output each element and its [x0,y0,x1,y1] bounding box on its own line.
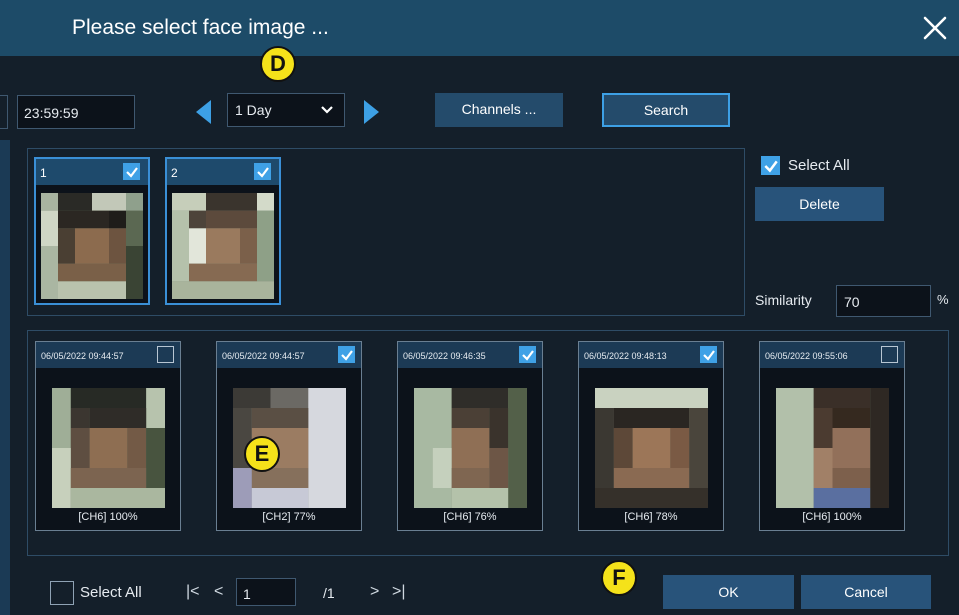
result-caption: [CH6] 78% [624,511,678,523]
first-page-icon[interactable]: |< [186,583,200,601]
end-time-field[interactable]: 23:59:59 [17,95,135,129]
face-thumbnail [172,193,274,299]
selected-face-header: 1 [36,159,148,185]
delete-button[interactable]: Delete [755,187,884,221]
result-timestamp: 06/05/2022 09:55:06 [765,351,848,361]
face-thumbnail [41,193,143,299]
face-thumbnail [52,388,165,508]
percent-sign: % [937,292,949,307]
result-card-2[interactable]: 06/05/2022 09:44:57 [CH2] 77% [216,341,362,531]
close-icon[interactable] [921,14,949,42]
similarity-label: Similarity [755,292,812,308]
channels-button[interactable]: Channels ... [435,93,563,127]
page-total: /1 [323,585,335,601]
result-checkbox[interactable] [700,346,717,363]
result-caption: [CH6] 100% [802,511,862,523]
result-card-header: 06/05/2022 09:44:57 [36,342,180,368]
search-button[interactable]: Search [602,93,730,127]
result-checkbox[interactable] [519,346,536,363]
selected-face-checkbox[interactable] [123,163,140,180]
result-card-header: 06/05/2022 09:44:57 [217,342,361,368]
result-timestamp: 06/05/2022 09:44:57 [222,351,305,361]
selected-face-card-2[interactable]: 2 [165,157,281,305]
dialog-titlebar: Please select face image ... [0,0,959,56]
select-all-selected-label: Select All [788,157,850,174]
face-thumbnail [414,388,527,508]
select-all-selected-checkbox[interactable] [761,156,780,175]
start-time-field-edge[interactable] [0,95,8,129]
result-card-4[interactable]: 06/05/2022 09:48:13 [CH6] 78% [578,341,724,531]
result-timestamp: 06/05/2022 09:44:57 [41,351,124,361]
previous-page-icon[interactable]: < [214,583,223,601]
result-card-header: 06/05/2022 09:46:35 [398,342,542,368]
chevron-down-icon [321,106,333,114]
result-checkbox[interactable] [881,346,898,363]
select-all-results-label: Select All [80,584,142,601]
period-select-value: 1 Day [235,102,272,118]
selected-face-card-1[interactable]: 1 [34,157,150,305]
result-timestamp: 06/05/2022 09:46:35 [403,351,486,361]
select-all-results-checkbox[interactable] [50,581,74,605]
selected-face-header: 2 [167,159,279,185]
next-page-icon[interactable]: > [370,583,379,601]
selected-face-checkbox[interactable] [254,163,271,180]
annotation-badge-f: F [601,560,637,596]
result-caption: [CH6] 76% [443,511,497,523]
result-checkbox[interactable] [338,346,355,363]
cancel-button[interactable]: Cancel [801,575,931,609]
period-select[interactable]: 1 Day [227,93,345,127]
result-card-3[interactable]: 06/05/2022 09:46:35 [CH6] 76% [397,341,543,531]
dialog-title: Please select face image ... [72,16,329,39]
face-thumbnail [595,388,708,508]
face-thumbnail [776,388,889,508]
selected-face-number: 2 [171,166,178,180]
result-card-5[interactable]: 06/05/2022 09:55:06 [CH6] 100% [759,341,905,531]
result-checkbox[interactable] [157,346,174,363]
result-card-header: 06/05/2022 09:48:13 [579,342,723,368]
annotation-badge-e: E [244,436,280,472]
next-period-icon[interactable] [362,98,382,126]
previous-period-icon[interactable] [193,98,213,126]
similarity-input[interactable]: 70 [836,285,931,317]
result-card-1[interactable]: 06/05/2022 09:44:57 [CH6] 100% [35,341,181,531]
result-caption: [CH6] 100% [78,511,138,523]
result-caption: [CH2] 77% [262,511,316,523]
page-number-input[interactable]: 1 [236,578,296,606]
left-edge-strip [0,140,10,615]
selected-face-number: 1 [40,166,47,180]
result-timestamp: 06/05/2022 09:48:13 [584,351,667,361]
ok-button[interactable]: OK [663,575,794,609]
annotation-badge-d: D [260,46,296,82]
last-page-icon[interactable]: >| [392,583,406,601]
result-card-header: 06/05/2022 09:55:06 [760,342,904,368]
